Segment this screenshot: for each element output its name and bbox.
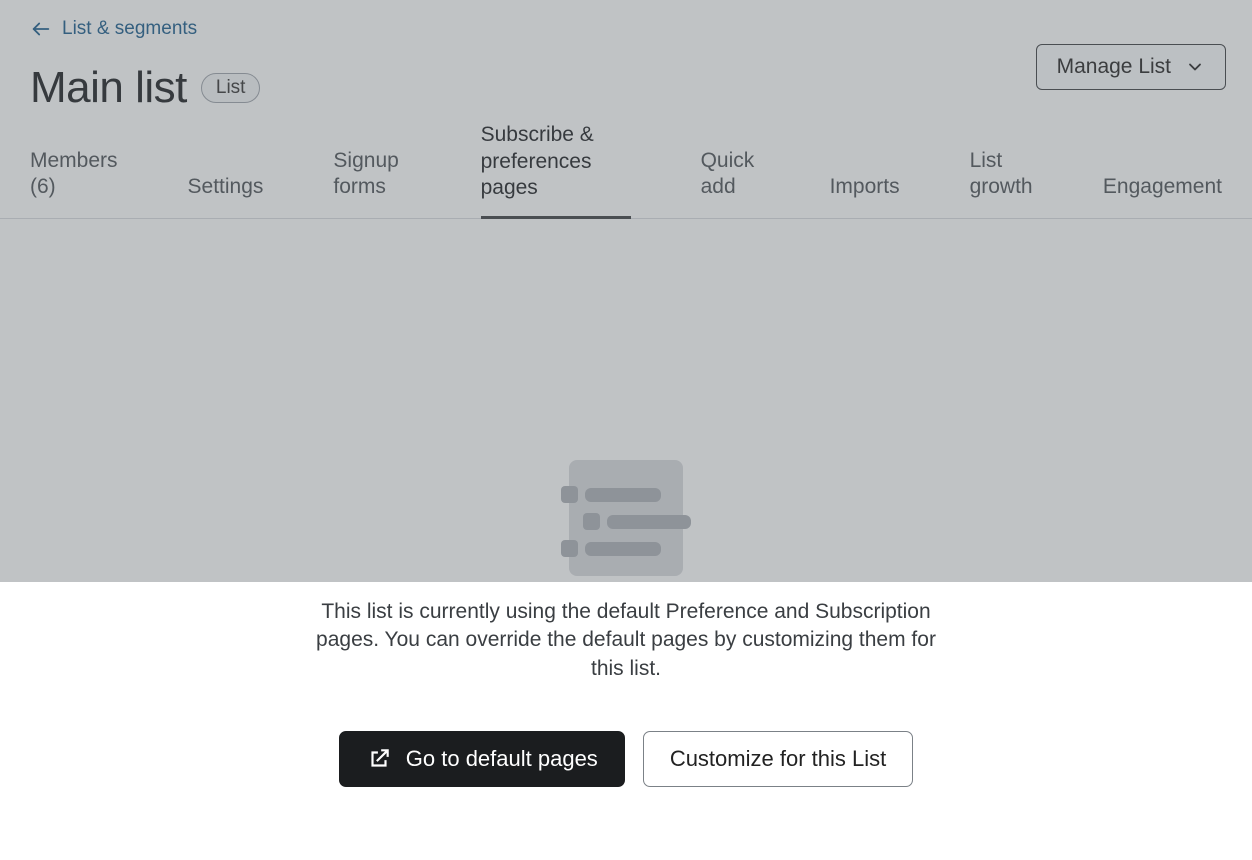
tab-settings[interactable]: Settings [188, 174, 264, 218]
external-link-icon [366, 746, 392, 772]
tab-members[interactable]: Members (6) [30, 148, 118, 219]
chevron-down-icon [1185, 57, 1205, 77]
tab-subscribe-preferences[interactable]: Subscribe & preferences pages [481, 122, 631, 219]
tab-bar: Members (6) Settings Signup forms Subscr… [0, 131, 1252, 219]
breadcrumb-label: List & segments [62, 18, 197, 40]
customize-for-list-button[interactable]: Customize for this List [643, 731, 913, 787]
button-label: Customize for this List [670, 746, 886, 772]
tab-label: Imports [830, 175, 900, 198]
empty-state-panel: This list is currently using the default… [0, 582, 1252, 787]
tab-label: Subscribe & preferences pages [481, 123, 594, 199]
tab-list-growth[interactable]: List growth [970, 148, 1033, 219]
breadcrumb-back[interactable]: List & segments [30, 18, 197, 40]
tab-label: Signup forms [333, 149, 398, 198]
empty-state-illustration [561, 460, 691, 590]
button-label: Go to default pages [406, 746, 598, 772]
tab-quick-add[interactable]: Quick add [701, 148, 760, 219]
tab-engagement[interactable]: Engagement [1103, 174, 1222, 218]
empty-state-actions: Go to default pages Customize for this L… [0, 731, 1252, 787]
tab-signup-forms[interactable]: Signup forms [333, 148, 410, 219]
tab-label: List growth [970, 149, 1033, 198]
empty-state-description: This list is currently using the default… [306, 598, 946, 683]
tab-label: Quick add [701, 149, 755, 198]
go-to-default-pages-button[interactable]: Go to default pages [339, 731, 625, 787]
tab-label: Settings [188, 175, 264, 198]
manage-list-label: Manage List [1057, 55, 1171, 79]
page-header: List & segments Main list List Manage Li… [0, 0, 1252, 113]
page-top-region: List & segments Main list List Manage Li… [0, 0, 1252, 582]
arrow-left-icon [30, 18, 52, 40]
tab-label: Members (6) [30, 149, 118, 198]
tab-label: Engagement [1103, 175, 1222, 198]
page-title: Main list [30, 63, 187, 113]
manage-list-button[interactable]: Manage List [1036, 44, 1226, 90]
tab-imports[interactable]: Imports [830, 174, 900, 218]
list-type-badge: List [201, 73, 261, 103]
